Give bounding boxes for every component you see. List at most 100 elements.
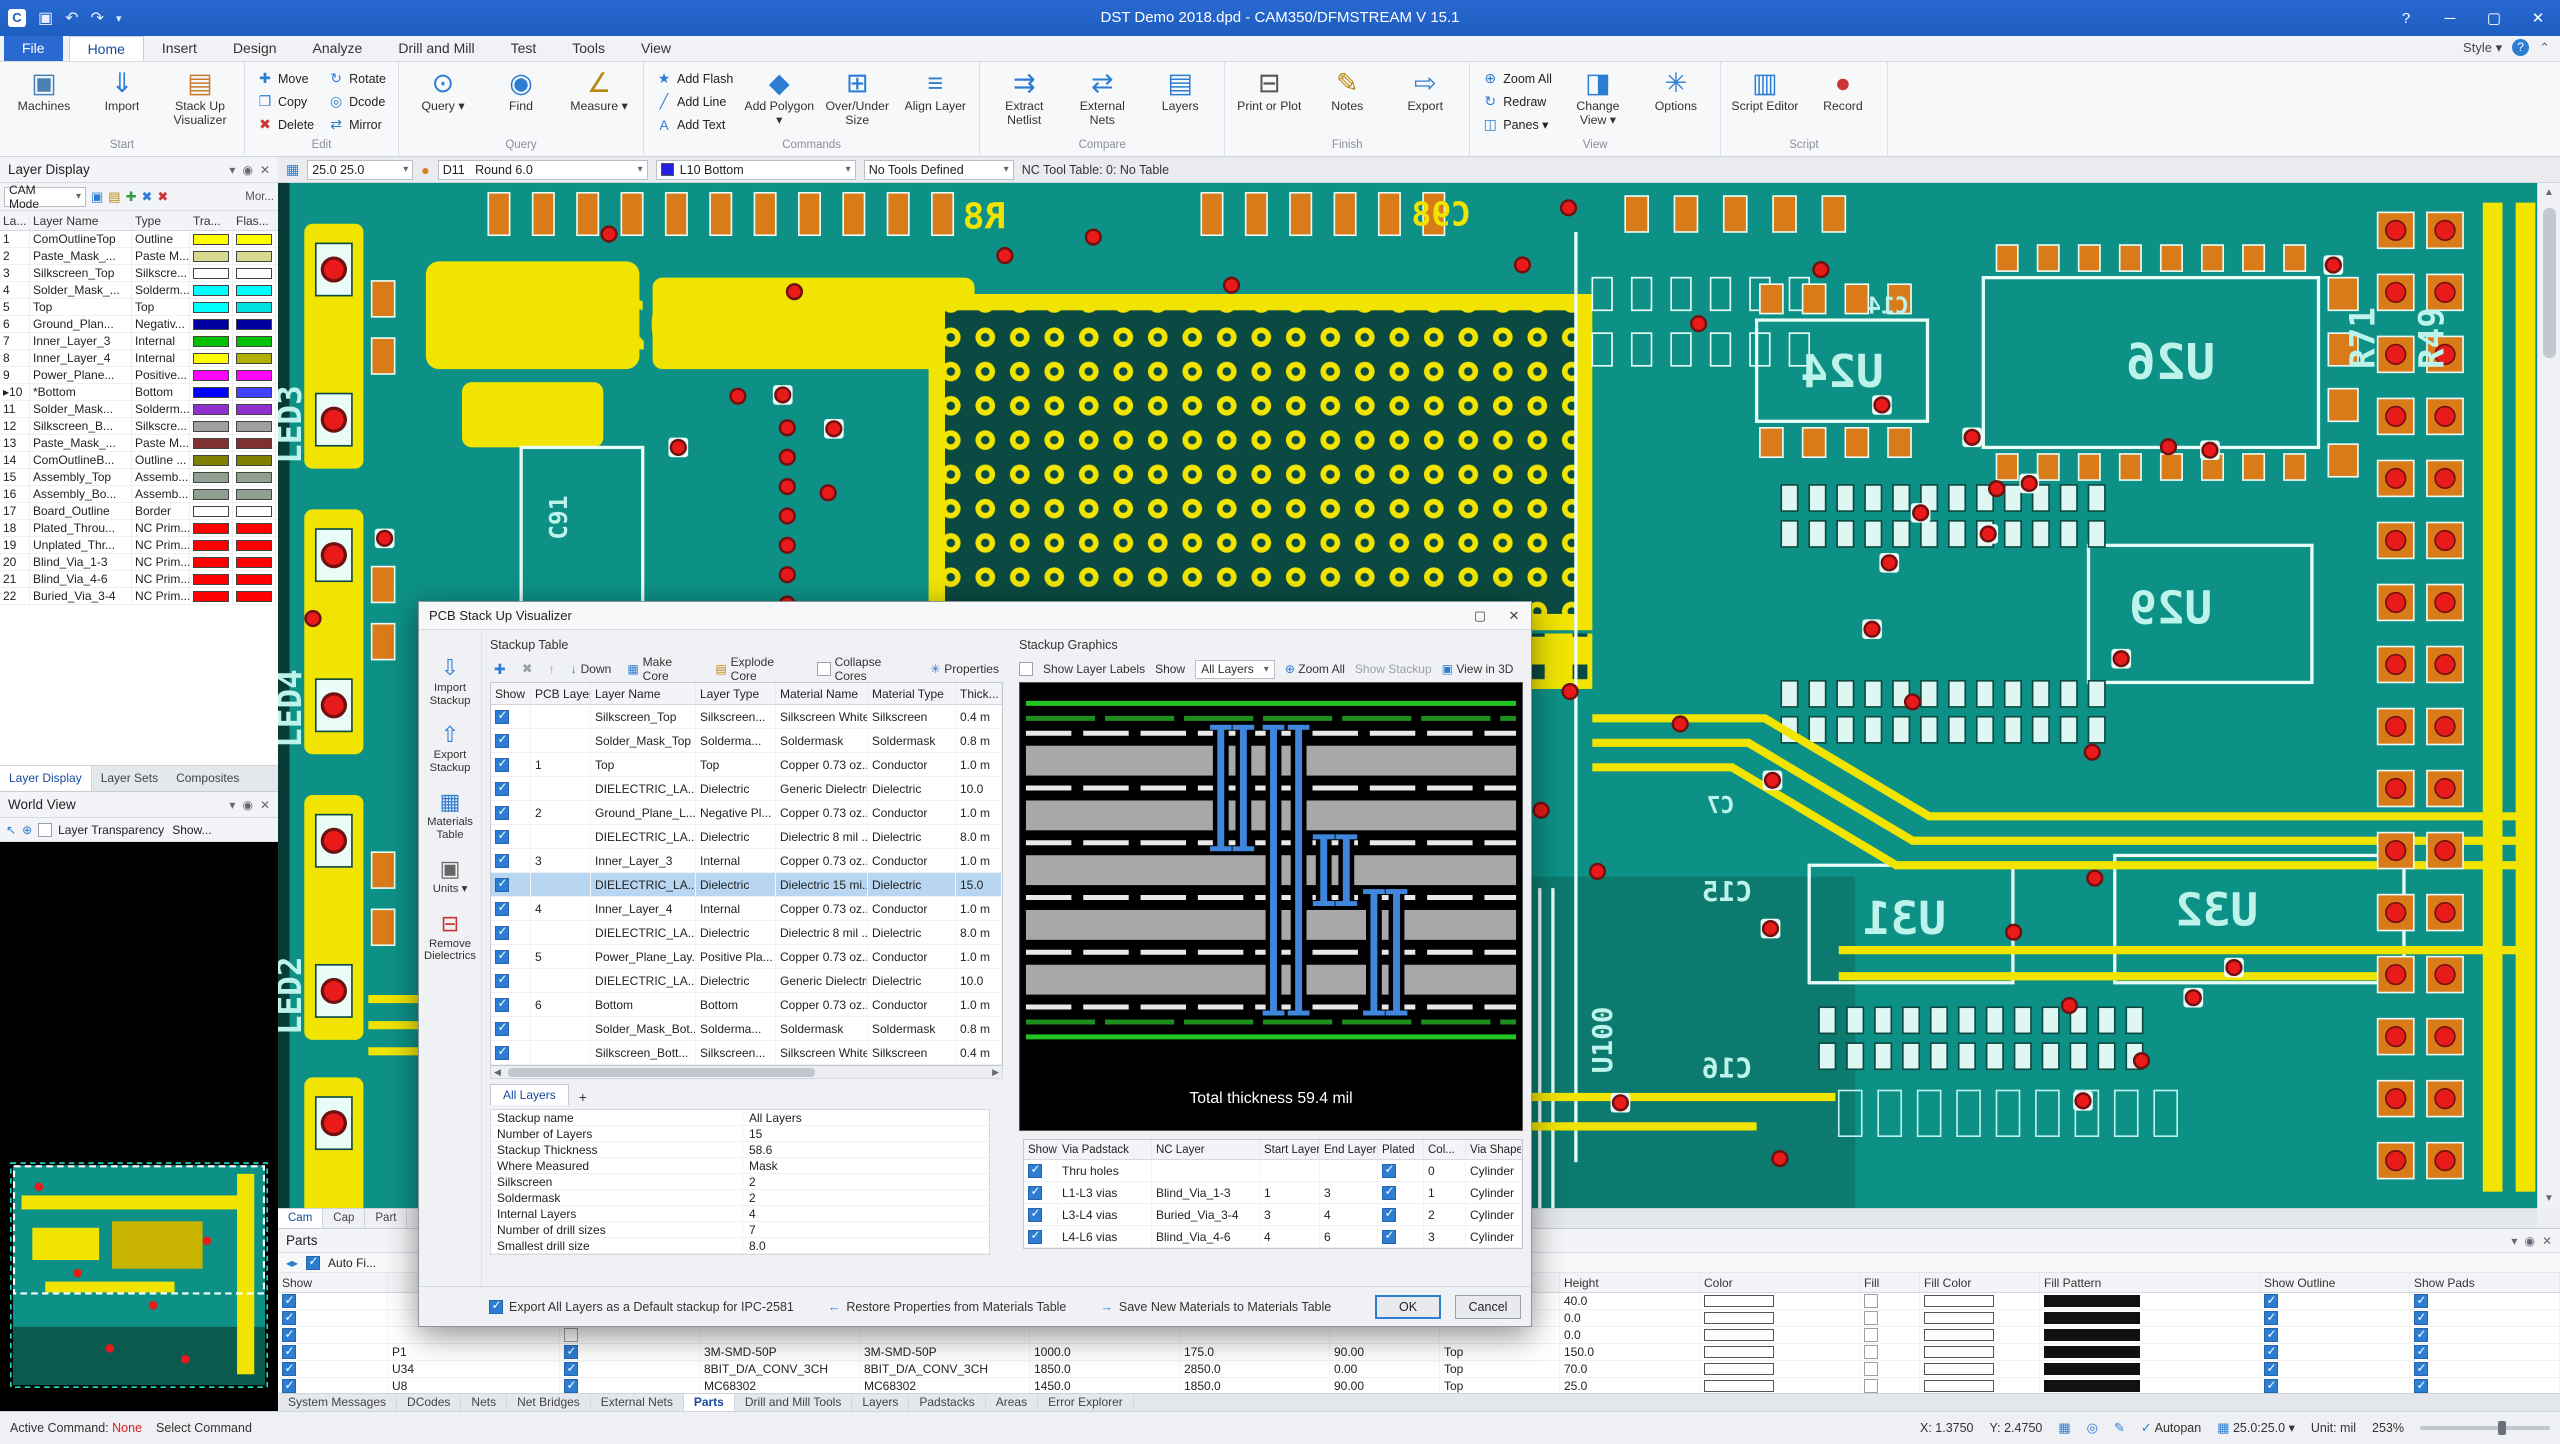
show-checkbox[interactable] [282,1379,296,1393]
layer-flash-color-swatch[interactable] [236,353,272,364]
dock-tab-padstacks[interactable]: Padstacks [909,1394,985,1411]
tab-all-layers[interactable]: All Layers [490,1084,569,1105]
layer-row[interactable]: 6Ground_Plan...Negativ... [0,316,278,333]
show-checkbox[interactable] [282,1345,296,1359]
ribbon-button-query[interactable]: ⊙Query ▾ [405,64,481,139]
layer-draw-color-swatch[interactable] [193,251,229,262]
stackup-layer-row[interactable]: Silkscreen_TopSilkscreen...Silkscreen Wh… [491,705,1002,729]
layer-row[interactable]: 4Solder_Mask_...Solderm... [0,282,278,299]
undo-button[interactable]: ↶ [65,8,78,28]
show-checkbox[interactable] [282,1362,296,1376]
ribbon-button-dcode[interactable]: ◎Dcode [322,91,392,112]
horizontal-scrollbar[interactable]: ◀▶ [490,1066,1003,1079]
ribbon-button-mirror[interactable]: ⇄Mirror [322,114,392,135]
sel-checkbox[interactable] [564,1345,578,1359]
stackup-layer-row[interactable]: 3Inner_Layer_3InternalCopper 0.73 oz...C… [491,849,1002,873]
import-stackup-button[interactable]: ⇩Import Stackup [419,656,481,707]
layer-flash-color-swatch[interactable] [236,523,272,534]
pin-icon[interactable]: ◉ [2524,1234,2534,1248]
layer-row[interactable]: 17Board_OutlineBorder [0,503,278,520]
layer-flash-color-swatch[interactable] [236,234,272,245]
layer-draw-color-swatch[interactable] [193,353,229,364]
layer-flash-color-swatch[interactable] [236,319,272,330]
plated-checkbox[interactable] [1382,1208,1396,1222]
cam-mode-dropdown[interactable]: CAM Mode▾ [4,187,86,207]
ribbon-button-add-flash[interactable]: ★Add Flash [650,68,739,89]
tab-layer-sets[interactable]: Layer Sets [92,766,167,791]
layer-draw-color-swatch[interactable] [193,336,229,347]
layer-draw-color-swatch[interactable] [193,421,229,432]
layer-draw-color-swatch[interactable] [193,557,229,568]
panel-menu-icon[interactable]: ▾ [229,798,235,812]
layer-row[interactable]: 15Assembly_TopAssemb... [0,469,278,486]
stackup-layer-row[interactable]: Silkscreen_Bott...Silkscreen...Silkscree… [491,1041,1002,1065]
scroll-up-icon[interactable]: ▲ [2544,183,2554,202]
ribbon-button-find[interactable]: ◉Find [483,64,559,139]
stackup-property-row[interactable]: Internal Layers4 [491,1206,989,1222]
show-checkbox[interactable] [495,878,509,892]
edit-icon[interactable]: ✎ [2114,1420,2125,1436]
dock-tab-parts[interactable]: Parts [684,1394,735,1411]
view-tab-part[interactable]: Part [365,1209,407,1228]
add-layer-icon[interactable]: ✚ [490,659,510,680]
ribbon-button-options[interactable]: ✳Options [1638,64,1714,139]
stackup-layer-row[interactable]: DIELECTRIC_LA...DielectricDielectric 8 m… [491,921,1002,945]
layer-flash-color-swatch[interactable] [236,421,272,432]
nc-tools-dropdown[interactable]: No Tools Defined▾ [864,160,1014,180]
tab-layer-display[interactable]: Layer Display [0,766,92,791]
ribbon-button-add-polygon[interactable]: ◆Add Polygon ▾ [741,64,817,139]
ribbon-button-over-under-size[interactable]: ⊞Over/Under Size [819,64,895,139]
stackup-property-row[interactable]: Silkscreen2 [491,1174,989,1190]
properties-button[interactable]: ✳Properties [926,660,1003,678]
sel-checkbox[interactable] [564,1379,578,1393]
plated-checkbox[interactable] [1382,1230,1396,1244]
dcode-dropdown[interactable]: D11 Round 6.0▾ [438,160,648,180]
outline-checkbox[interactable] [2264,1311,2278,1325]
ribbon-tab-test[interactable]: Test [493,36,555,61]
stackup-layer-row[interactable]: 2Ground_Plane_L...Negative Pl...Copper 0… [491,801,1002,825]
via-row[interactable]: L3-L4 viasBuried_Via_3-4342Cylinder [1024,1204,1522,1226]
layer-draw-color-swatch[interactable] [193,370,229,381]
pads-checkbox[interactable] [2414,1362,2428,1376]
layer-row[interactable]: 8Inner_Layer_4Internal [0,350,278,367]
add-layer-icon[interactable]: ✚ [126,189,137,205]
show-checkbox[interactable] [1028,1208,1042,1222]
ribbon-button-rotate[interactable]: ↻Rotate [322,68,392,89]
hide-all-icon[interactable]: ✖ [142,189,153,205]
export-ipc-checkbox[interactable]: Export All Layers as a Default stackup f… [489,1300,794,1314]
close-panel-icon[interactable]: ✕ [2542,1234,2552,1248]
layer-flash-color-swatch[interactable] [236,591,272,602]
stackup-property-row[interactable]: Soldermask2 [491,1190,989,1206]
ribbon-tab-file[interactable]: File [4,36,63,61]
layer-flash-color-swatch[interactable] [236,404,272,415]
fill-checkbox[interactable] [1864,1379,1878,1393]
show-checkbox[interactable] [495,734,509,748]
close-panel-icon[interactable]: ✕ [260,798,270,812]
show-checkbox[interactable] [495,782,509,796]
show-checkbox[interactable] [495,926,509,940]
stackup-property-row[interactable]: Smallest drill size8.0 [491,1238,989,1254]
layer-draw-color-swatch[interactable] [193,455,229,466]
select-view-icon[interactable]: ↖ [6,823,16,837]
ribbon-button-add-line[interactable]: ╱Add Line [650,91,739,112]
move-down-button[interactable]: ↓Down [567,660,616,678]
layer-row[interactable]: 1ComOutlineTopOutline [0,231,278,248]
show-checkbox[interactable] [1028,1164,1042,1178]
layer-flash-color-swatch[interactable] [236,285,272,296]
ribbon-tab-insert[interactable]: Insert [144,36,215,61]
layer-draw-color-swatch[interactable] [193,489,229,500]
add-stackup-tab-button[interactable]: + [573,1089,593,1105]
dock-tab-error-explorer[interactable]: Error Explorer [1038,1394,1134,1411]
part-row[interactable]: U348BIT_D/A_CONV_3CH8BIT_D/A_CONV_3CH185… [278,1361,2560,1378]
ribbon-tab-design[interactable]: Design [215,36,295,61]
move-up-icon[interactable]: ↑ [545,660,559,678]
layer-draw-color-swatch[interactable] [193,506,229,517]
stackup-property-row[interactable]: Stackup nameAll Layers [491,1110,989,1126]
layer-flash-color-swatch[interactable] [236,251,272,262]
ribbon-tab-home[interactable]: Home [69,36,144,61]
open-layers-icon[interactable]: ▤ [108,189,120,205]
scrollbar-thumb[interactable] [2543,208,2556,358]
stackup-layer-row[interactable]: 5Power_Plane_Lay...Positive Pla...Copper… [491,945,1002,969]
pads-checkbox[interactable] [2414,1345,2428,1359]
tab-composites[interactable]: Composites [167,766,248,791]
